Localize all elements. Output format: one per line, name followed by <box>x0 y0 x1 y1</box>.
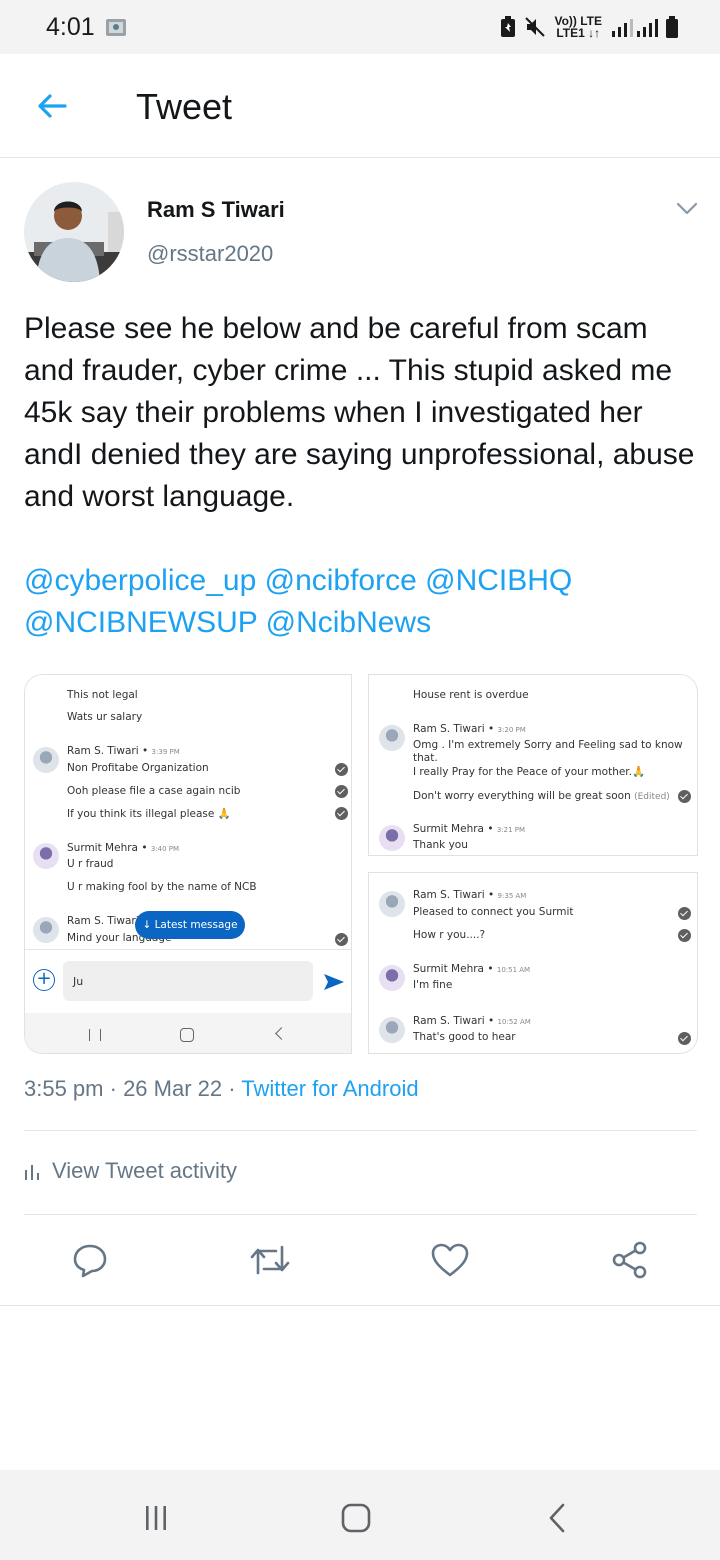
check-icon <box>335 785 348 798</box>
tweet-mentions: @cyberpolice_up @ncibforce @NCIBHQ @NCIB… <box>24 560 699 644</box>
mute-icon <box>525 17 546 37</box>
check-icon <box>335 933 348 946</box>
back-icon <box>549 1503 565 1533</box>
battery-icon <box>666 16 678 38</box>
like-icon <box>431 1243 469 1277</box>
home-icon <box>180 1028 194 1042</box>
mention-link[interactable]: @NcibNews <box>266 606 431 639</box>
retweet-button[interactable] <box>248 1238 292 1282</box>
avatar-photo <box>24 182 124 282</box>
tweet-actions <box>0 1230 720 1290</box>
recent-apps-icon <box>146 1506 166 1530</box>
system-nav-bar <box>0 1470 720 1560</box>
signal-icon <box>612 19 658 37</box>
status-icons: Vo)) LTE LTE1 ↓↑ <box>500 12 678 42</box>
notification-icon <box>106 19 126 36</box>
add-icon: + <box>33 969 55 991</box>
recent-apps-button[interactable] <box>136 1498 176 1538</box>
analytics-icon <box>25 1165 39 1180</box>
back-button[interactable] <box>30 84 74 128</box>
message-input: Ju <box>63 961 313 1001</box>
avatar <box>33 843 59 869</box>
status-time: 4:01 <box>46 13 95 41</box>
send-icon <box>324 974 344 990</box>
mention-link[interactable]: @NCIBNEWSUP <box>24 606 257 639</box>
home-button[interactable] <box>336 1498 376 1538</box>
avatar <box>33 917 59 943</box>
divider <box>24 1214 697 1215</box>
home-icon <box>341 1503 371 1533</box>
reply-icon <box>73 1244 107 1278</box>
tweet-media[interactable]: This not legal Wats ur salary Ram S. Tiw… <box>24 674 698 1054</box>
arrow-left-icon <box>38 94 67 118</box>
view-tweet-activity-button[interactable]: View Tweet activity <box>24 1158 237 1184</box>
author-name[interactable]: Ram S Tiwari <box>147 197 285 223</box>
like-button[interactable] <box>428 1238 472 1282</box>
check-icon <box>678 907 691 920</box>
back-nav-button[interactable] <box>538 1498 578 1538</box>
view-tweet-activity-label: View Tweet activity <box>52 1158 238 1183</box>
media-image-right-bottom[interactable]: Ram S. Tiwari • 9:35 AM Pleased to conne… <box>368 872 698 1054</box>
share-icon <box>612 1241 647 1279</box>
status-bar: 4:01 Vo)) LTE LTE1 ↓↑ <box>0 0 720 54</box>
check-icon <box>678 1032 691 1045</box>
app-bar: Tweet <box>0 54 720 158</box>
avatar <box>379 1017 405 1043</box>
check-icon <box>335 763 348 776</box>
divider <box>24 1130 697 1131</box>
page-title: Tweet <box>136 86 233 127</box>
volte-indicator: Vo)) LTE LTE1 ↓↑ <box>554 14 602 40</box>
author-avatar[interactable] <box>24 182 124 282</box>
tweet-date: 26 Mar 22 <box>123 1076 223 1101</box>
divider <box>0 1305 720 1306</box>
check-icon <box>678 790 691 803</box>
latest-message-button: ↓ Latest message <box>135 911 245 939</box>
recent-apps-icon <box>89 1029 101 1041</box>
tweet-meta: 3:55 pm · 26 Mar 22 · Twitter for Androi… <box>24 1076 419 1101</box>
mention-link[interactable]: @ncibforce <box>265 564 417 597</box>
avatar <box>379 891 405 917</box>
tweet-source-link[interactable]: Twitter for Android <box>241 1076 418 1101</box>
media-image-right-top[interactable]: House rent is overdue Ram S. Tiwari • 3:… <box>368 674 698 856</box>
tweet-text: Please see he below and be careful from … <box>24 312 695 513</box>
back-icon <box>275 1027 288 1040</box>
share-button[interactable] <box>608 1238 652 1282</box>
check-icon <box>335 807 348 820</box>
avatar <box>379 965 405 991</box>
avatar <box>33 747 59 773</box>
check-icon <box>678 929 691 942</box>
chevron-down-icon[interactable] <box>672 196 702 222</box>
mention-link[interactable]: @NCIBHQ <box>425 564 572 597</box>
avatar <box>379 725 405 751</box>
media-image-left[interactable]: This not legal Wats ur salary Ram S. Tiw… <box>24 674 352 1054</box>
mention-link[interactable]: @cyberpolice_up <box>24 564 256 597</box>
reply-button[interactable] <box>68 1238 112 1282</box>
retweet-icon <box>250 1245 290 1275</box>
author-handle[interactable]: @rsstar2020 <box>147 241 273 267</box>
avatar <box>379 825 405 851</box>
phone-nav-bar <box>25 1013 351 1053</box>
tweet-time: 3:55 pm <box>24 1076 104 1101</box>
battery-saver-icon <box>501 16 516 37</box>
